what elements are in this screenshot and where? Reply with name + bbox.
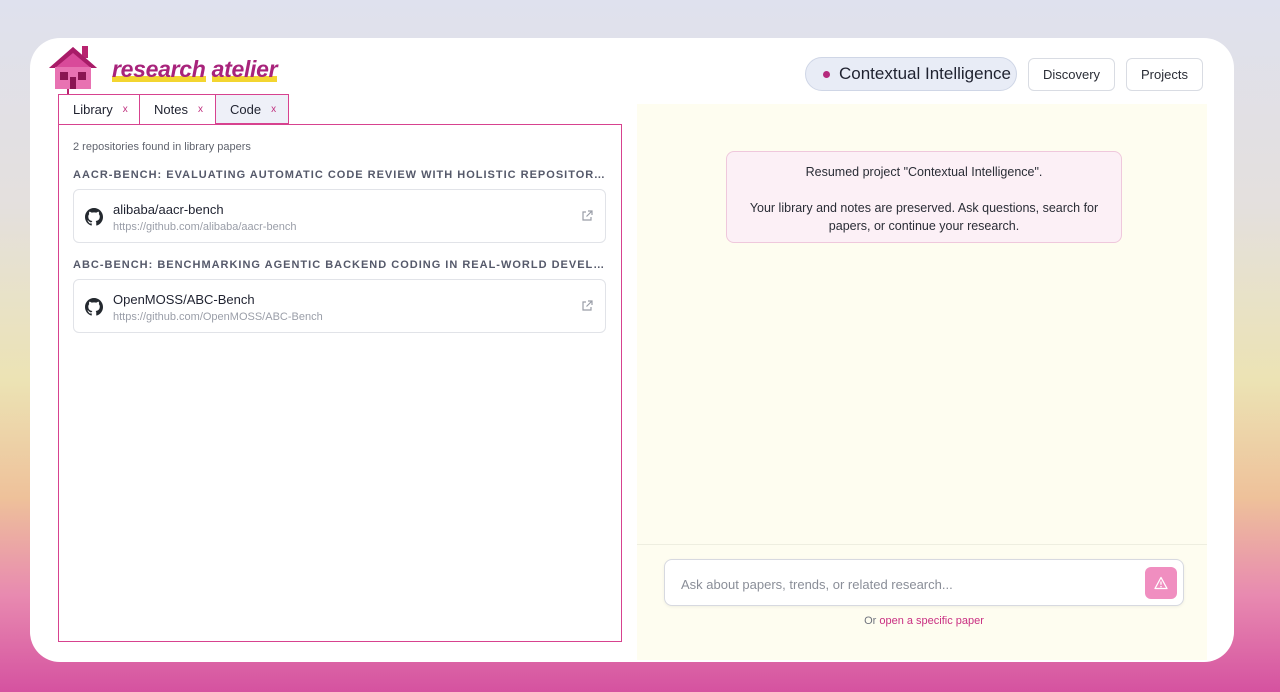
tab-code-label: Code [230,101,262,117]
tab-code[interactable]: Code x [215,94,289,124]
hint-prefix: Or [864,615,877,627]
tab-library-label: Library [73,102,113,117]
open-specific-paper-link[interactable]: open a specific paper [879,615,984,627]
open-paper-hint: Or open a specific paper [637,615,1211,627]
projects-button[interactable]: Projects [1126,58,1203,91]
github-icon [85,298,103,316]
assistant-message: Resumed project "Contextual Intelligence… [726,151,1122,243]
project-status-dot [823,70,830,78]
external-link-icon[interactable] [581,300,593,312]
repo-card[interactable]: OpenMOSS/ABC-Bench https://github.com/Op… [73,279,606,333]
current-project-pill[interactable]: Contextual Intelligence [805,57,1017,91]
tab-library-close[interactable]: x [123,104,128,115]
app-window: research atelier Contextual Intelligence… [30,38,1234,662]
tab-code-close[interactable]: x [271,104,276,115]
chat-panel: Resumed project "Contextual Intelligence… [637,104,1207,660]
tab-notes[interactable]: Notes x [139,94,216,124]
repository-count: 2 repositories found in library papers [73,141,251,153]
chat-input-box [664,559,1184,606]
chat-input[interactable] [679,572,1133,596]
brand-word-atelier: atelier [211,56,278,82]
input-divider [637,544,1207,545]
send-button[interactable] [1145,567,1177,599]
paper-title: ABC-BENCH: BENCHMARKING AGENTIC BACKEND … [73,259,605,271]
tab-notes-label: Notes [154,102,188,117]
message-line-details: Your library and notes are preserved. As… [749,201,1099,233]
tab-notes-close[interactable]: x [198,104,203,115]
brand-title[interactable]: research atelier [112,56,278,83]
repo-url: https://github.com/OpenMOSS/ABC-Bench [113,311,323,323]
brand-word-research: research [112,56,206,82]
paper-title: AACR-BENCH: EVALUATING AUTOMATIC CODE RE… [73,169,605,181]
repo-url: https://github.com/alibaba/aacr-bench [113,221,297,233]
tab-library[interactable]: Library x [58,94,140,124]
house-icon [49,46,97,94]
github-icon [85,208,103,226]
repo-card[interactable]: alibaba/aacr-bench https://github.com/al… [73,189,606,243]
repo-name[interactable]: alibaba/aacr-bench [113,202,224,217]
message-line-resumed: Resumed project "Contextual Intelligence… [805,165,1043,179]
repo-name[interactable]: OpenMOSS/ABC-Bench [113,292,255,307]
project-name: Contextual Intelligence [839,64,1012,83]
warning-triangle-icon [1154,576,1168,590]
discovery-button[interactable]: Discovery [1028,58,1115,91]
external-link-icon[interactable] [581,210,593,222]
code-panel: 2 repositories found in library papers A… [58,124,622,642]
